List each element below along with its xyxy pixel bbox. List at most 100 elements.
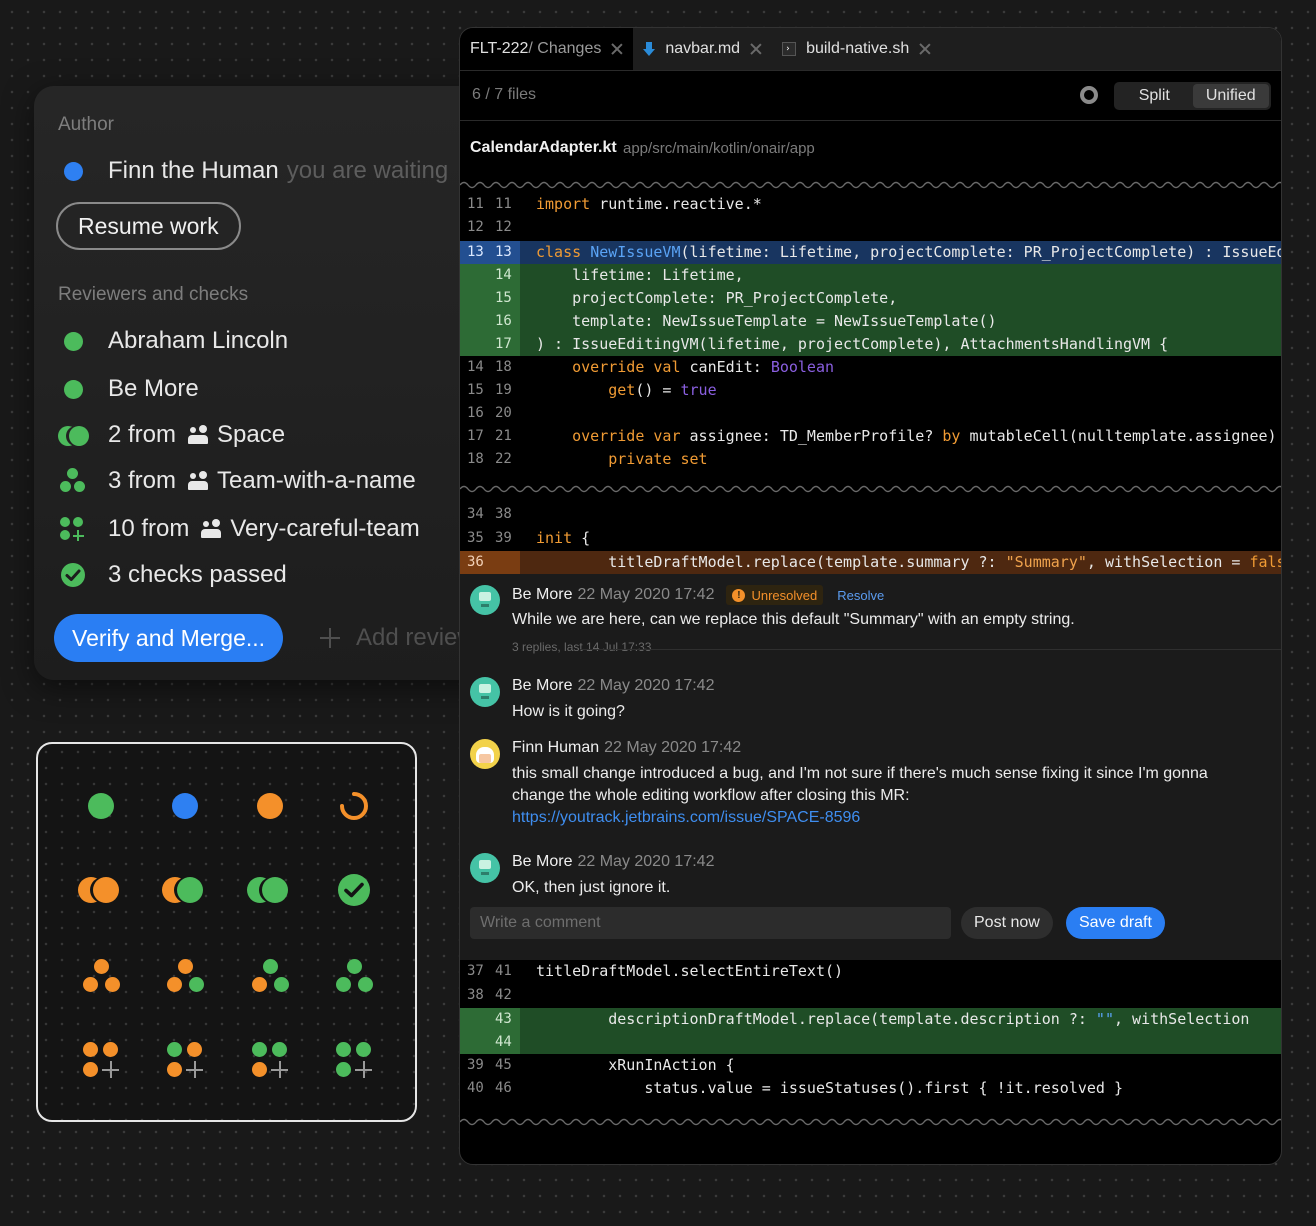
team-reviewer-row[interactable]: 10 from Very-careful-team (58, 514, 420, 544)
code-text: init { (536, 529, 591, 547)
old-line-number: 11 (467, 196, 484, 212)
old-line-number: 14 (467, 359, 484, 375)
status-icon-legend (36, 742, 417, 1122)
code-text: override val canEdit: Boolean (572, 358, 835, 376)
tab-changes[interactable]: FLT-222 / Changes (460, 28, 634, 70)
close-icon[interactable] (750, 43, 762, 55)
code-line[interactable]: 18 22 private set (460, 448, 1281, 471)
comment-time: 22 May 2020 17:42 (577, 586, 715, 603)
code-line[interactable]: 16 20 (460, 402, 1281, 425)
green-dots-plus-icon (58, 516, 90, 542)
orange-spinner-icon (334, 786, 374, 826)
new-line-number: 44 (495, 1034, 512, 1050)
comment-author[interactable]: Be More (512, 586, 572, 604)
code-text: xRunInAction { (536, 1056, 735, 1074)
old-line-number: 36 (467, 554, 484, 570)
two-green-dots-icon (247, 870, 288, 910)
resolve-link[interactable]: Resolve (837, 588, 884, 603)
team-reviewer-row[interactable]: 2 from Space (58, 420, 285, 450)
file-name[interactable]: CalendarAdapter.kt (470, 139, 617, 157)
new-line-number: 18 (495, 359, 512, 375)
new-line-number: 45 (495, 1057, 512, 1073)
one-orange-two-green-icon (250, 956, 290, 996)
reviewer-name: Be More (108, 375, 199, 402)
collapsed-lines-separator[interactable] (460, 177, 1281, 193)
close-icon[interactable] (611, 43, 623, 55)
gear-icon[interactable] (1080, 86, 1098, 104)
code-line-added[interactable]: 16 template: NewIssueTemplate = NewIssue… (460, 310, 1281, 333)
team-name: Space (217, 421, 286, 448)
blue-dot-icon (165, 786, 205, 826)
comment-body: How is it going? (512, 703, 625, 720)
comment-author[interactable]: Be More (512, 677, 572, 695)
tab-build-native-sh[interactable]: › build-native.sh (772, 28, 941, 70)
team-icon (201, 519, 223, 539)
comment-input[interactable] (470, 907, 951, 939)
code-text: get() = true (608, 381, 717, 399)
avatar[interactable] (470, 739, 500, 769)
reviewer-row[interactable]: Abraham Lincoln (58, 326, 288, 356)
comment-author[interactable]: Finn Human (512, 739, 599, 757)
new-line-number: 22 (495, 451, 512, 467)
comment-body: While we are here, can we replace this d… (512, 611, 1075, 628)
avatar[interactable] (470, 585, 500, 615)
code-line[interactable]: 38 42 (460, 984, 1281, 1008)
code-line-added[interactable]: 15 projectComplete: PR_ProjectComplete, (460, 287, 1281, 310)
author-name[interactable]: Finn the Human (108, 157, 279, 185)
code-line-added[interactable]: 43 descriptionDraftModel.replace(templat… (460, 1008, 1281, 1031)
close-icon[interactable] (919, 43, 931, 55)
code-line[interactable]: 34 38 (460, 503, 1281, 527)
team-reviewer-row[interactable]: 3 from Team-with-a-name (58, 466, 416, 496)
team-count: 10 from (108, 515, 190, 542)
save-draft-button[interactable]: Save draft (1066, 907, 1165, 939)
code-text: status.value = issueStatuses().first { !… (536, 1079, 1123, 1097)
code-text: import runtime.reactive.* (536, 195, 762, 213)
collapsed-lines-separator[interactable] (460, 1114, 1281, 1130)
comment-author[interactable]: Be More (512, 853, 572, 871)
code-line[interactable]: 37 41 titleDraftModel.selectEntireText() (460, 960, 1281, 984)
collapsed-lines-separator[interactable] (460, 481, 1281, 497)
comment-time: 22 May 2020 17:42 (577, 853, 715, 870)
code-text: ) : IssueEditingVM(lifetime, projectComp… (536, 335, 1169, 353)
code-line[interactable]: 40 46 status.value = issueStatuses().firs… (460, 1077, 1281, 1100)
new-line-number: 19 (495, 382, 512, 398)
verify-and-merge-button[interactable]: Verify and Merge... (54, 614, 284, 662)
checks-row[interactable]: 3 checks passed (58, 560, 287, 590)
code-line-selected[interactable]: 13 13 class NewIssueVM(lifetime: Lifetime,… (460, 241, 1281, 264)
avatar[interactable] (470, 853, 500, 883)
resume-work-button[interactable]: Resume work (56, 202, 241, 250)
code-line-commented[interactable]: 36 titleDraftModel.replace(template.summ… (460, 551, 1281, 574)
code-line[interactable]: 11 11 import runtime.reactive.* (460, 193, 1281, 216)
comment-body: this small change introduced a bug, and … (512, 763, 1257, 829)
three-orange-dots-icon (81, 956, 121, 996)
blue-dot-icon (58, 158, 90, 184)
unified-view-button[interactable]: Unified (1192, 84, 1269, 108)
code-line[interactable]: 14 18 override val canEdit: Boolean (460, 356, 1281, 379)
code-line[interactable]: 35 39 init { (460, 527, 1281, 551)
issue-link[interactable]: https://youtrack.jetbrains.com/issue/SPA… (512, 809, 860, 826)
check-circle-icon (58, 562, 90, 588)
new-line-number: 41 (495, 963, 512, 979)
tab-navbar-md[interactable]: navbar.md (633, 28, 772, 70)
split-view-button[interactable]: Split (1116, 84, 1193, 108)
files-count: 6 / 7 files (472, 86, 537, 103)
code-line[interactable]: 17 21 override var assignee: TD_MemberPro… (460, 425, 1281, 448)
old-line-number: 35 (467, 530, 484, 546)
checks-text: 3 checks passed (108, 561, 287, 588)
team-icon (188, 471, 210, 491)
avatar[interactable] (470, 677, 500, 707)
three-green-dots-icon (334, 956, 374, 996)
new-line-number: 13 (495, 244, 512, 260)
thread-divider (580, 649, 1281, 650)
code-line-added[interactable]: 14 lifetime: Lifetime, (460, 264, 1281, 287)
team-count: 2 from (108, 421, 177, 448)
replies-link[interactable]: 3 replies, last 14 Jul 17:33 (512, 640, 651, 654)
post-now-button[interactable]: Post now (961, 907, 1053, 939)
new-line-number: 46 (495, 1080, 512, 1096)
code-line[interactable]: 15 19 get() = true (460, 379, 1281, 402)
code-line[interactable]: 39 45 xRunInAction { (460, 1054, 1281, 1077)
code-line-added[interactable]: 44 (460, 1031, 1281, 1054)
code-line[interactable]: 12 12 (460, 216, 1281, 241)
code-line-added[interactable]: 17) : IssueEditingVM(lifetime, projectCo… (460, 333, 1281, 356)
reviewer-row[interactable]: Be More (58, 374, 199, 404)
